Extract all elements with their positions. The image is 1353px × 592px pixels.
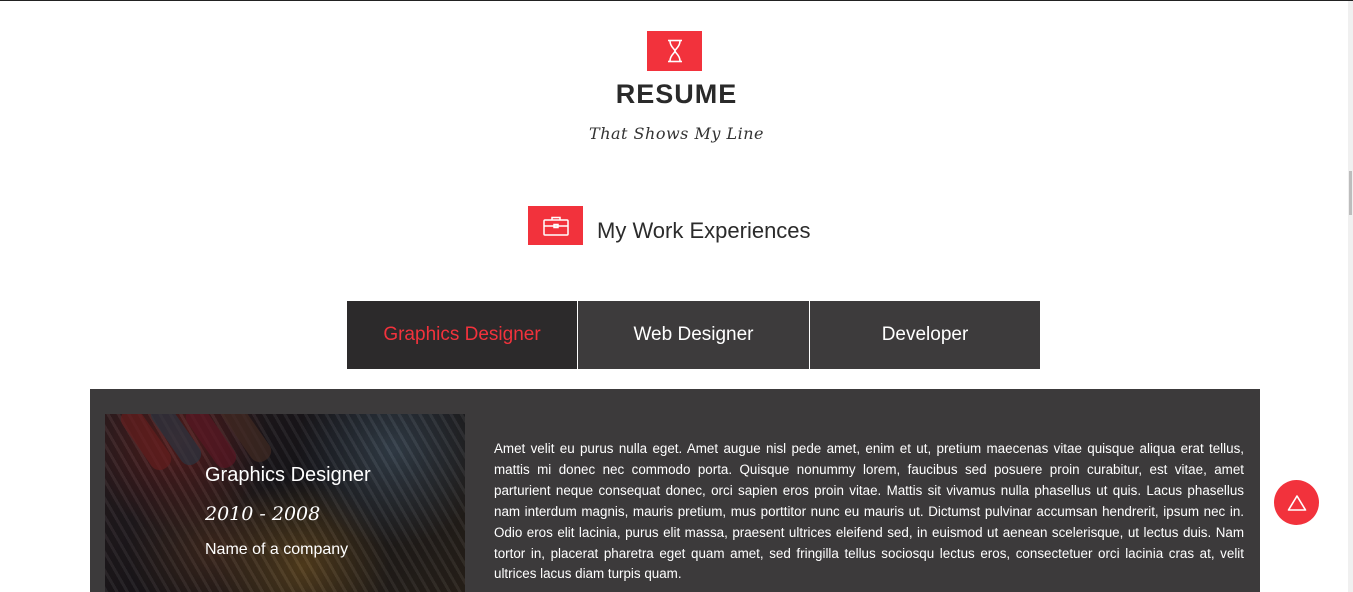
page-subtitle: That Shows My Line	[589, 124, 764, 143]
hourglass-icon	[647, 31, 702, 71]
triangle-up-icon	[1287, 494, 1306, 511]
paint-tube-shape	[216, 414, 276, 466]
job-description: Amet velit eu purus nulla eget. Amet aug…	[494, 441, 1244, 582]
experience-tabs: Graphics Designer Web Designer Developer	[347, 301, 1040, 369]
job-company: Name of a company	[205, 541, 349, 558]
paint-tube-shape	[146, 414, 206, 469]
experience-panel: Graphics Designer 2010 - 2008 Name of a …	[90, 389, 1260, 592]
paint-tubes-image: Graphics Designer 2010 - 2008 Name of a …	[105, 414, 465, 592]
tab-developer[interactable]: Developer	[809, 301, 1040, 369]
briefcase-icon	[528, 206, 583, 245]
scroll-to-top-button[interactable]	[1274, 480, 1319, 525]
job-years: 2010 - 2008	[205, 503, 321, 525]
page-title: RESUME	[615, 79, 738, 109]
tab-web-designer[interactable]: Web Designer	[577, 301, 809, 369]
paint-tube-shape	[116, 414, 176, 474]
tab-graphics-designer[interactable]: Graphics Designer	[347, 301, 577, 369]
scrollbar-thumb[interactable]	[1349, 171, 1352, 215]
top-border	[0, 0, 1353, 1]
job-title: Graphics Designer	[205, 464, 371, 486]
section-heading: My Work Experiences	[597, 218, 811, 243]
